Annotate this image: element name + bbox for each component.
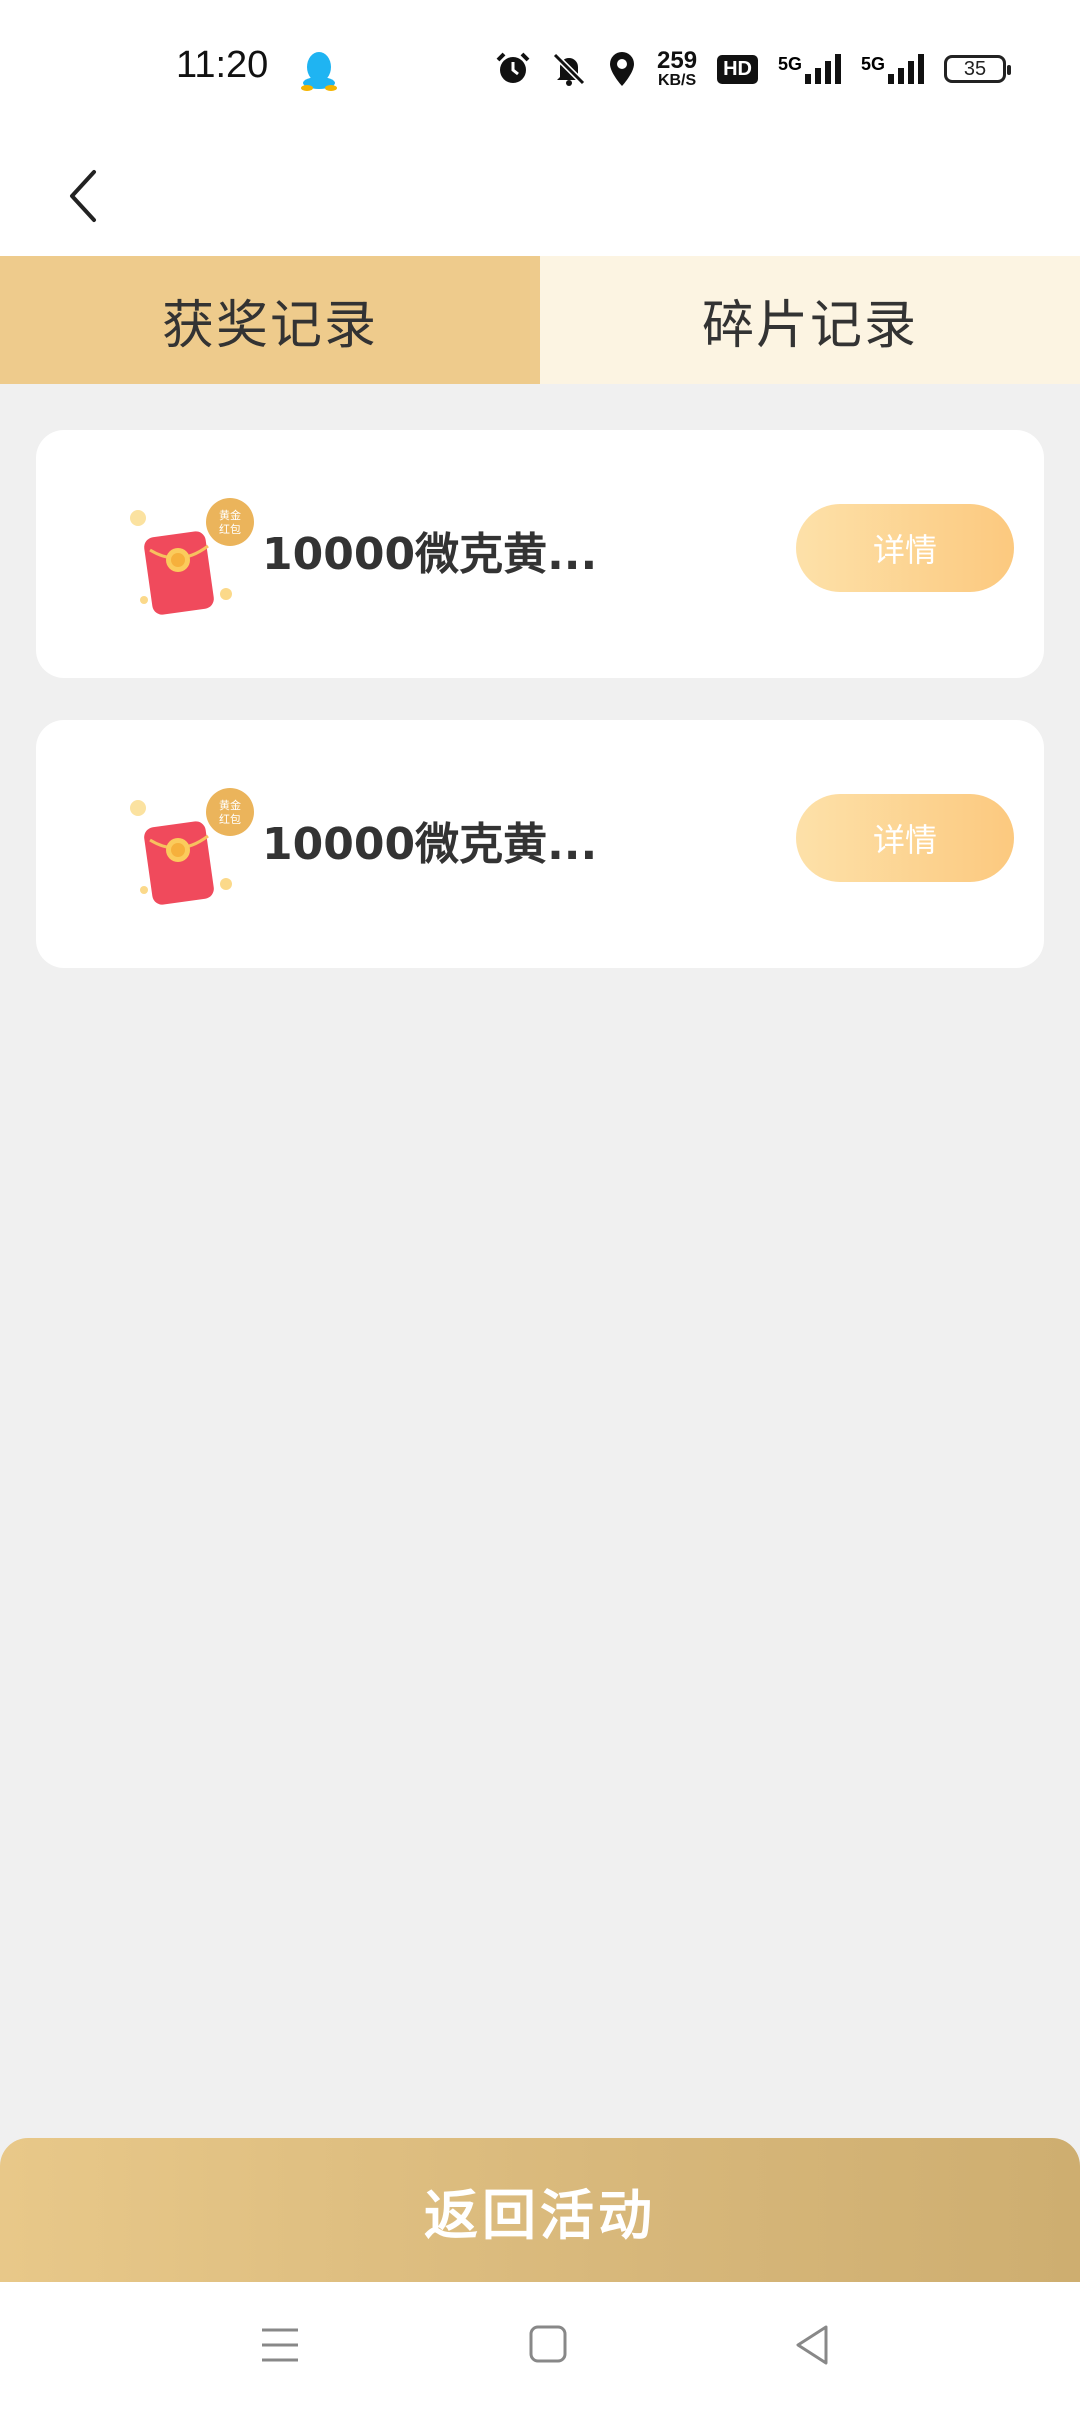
signal-5g-1: 5G xyxy=(778,54,841,84)
network-speed: 259 KB/S xyxy=(657,47,698,89)
signal-icon xyxy=(888,54,924,84)
menu-icon[interactable] xyxy=(258,2322,302,2368)
svg-text:黄金: 黄金 xyxy=(219,798,241,812)
status-bar: 11:20 259 KB/S HD 5G 5G 35 xyxy=(0,0,1080,132)
chevron-left-icon[interactable] xyxy=(60,154,130,234)
header xyxy=(0,132,1080,256)
prize-title: 10000微克黄... xyxy=(262,529,598,580)
home-icon[interactable] xyxy=(528,2322,568,2368)
detail-button[interactable]: 详情 xyxy=(796,794,1014,882)
mute-bell-icon xyxy=(552,52,586,86)
svg-text:红包: 红包 xyxy=(219,813,241,826)
qq-icon xyxy=(301,52,337,91)
list-item: 黄金 红包 10000微克黄... 详情 xyxy=(36,720,1044,968)
red-envelope-icon: 黄金 红包 xyxy=(130,498,254,615)
return-activity-button[interactable]: 返回活动 xyxy=(0,2138,1080,2282)
prize-title: 10000微克黄... xyxy=(262,819,598,870)
signal-5g-2: 5G xyxy=(861,54,924,84)
system-nav-bar xyxy=(0,2282,1080,2412)
svg-text:红包: 红包 xyxy=(219,523,241,536)
red-envelope-icon: 黄金 红包 xyxy=(130,788,254,905)
detail-button[interactable]: 详情 xyxy=(796,504,1014,592)
hd-badge: HD xyxy=(717,54,758,84)
tab-fragment-records[interactable]: 碎片记录 xyxy=(540,256,1080,384)
status-time: 11:20 xyxy=(176,44,269,86)
list-item: 黄金 红包 10000微克黄... 详情 xyxy=(36,430,1044,678)
svg-text:黄金: 黄金 xyxy=(219,508,241,522)
tab-prize-records[interactable]: 获奖记录 xyxy=(0,256,540,384)
location-icon xyxy=(610,52,635,86)
record-tabs: 获奖记录 碎片记录 xyxy=(0,256,1080,384)
alarm-icon xyxy=(496,52,530,83)
back-triangle-icon[interactable] xyxy=(792,2322,832,2368)
status-icons: 259 KB/S HD 5G 5G 35 xyxy=(495,44,1011,94)
battery-indicator: 35 xyxy=(944,55,1011,83)
signal-icon xyxy=(804,54,841,84)
